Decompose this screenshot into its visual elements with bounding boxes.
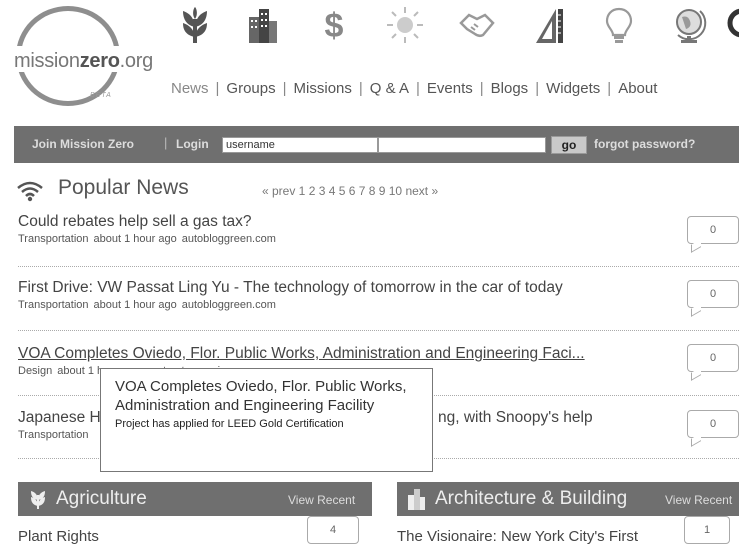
news-category[interactable]: Transportation xyxy=(18,299,89,311)
lightbulb-icon[interactable] xyxy=(596,2,642,48)
site-logo[interactable]: missionzero.org BETA xyxy=(14,6,154,106)
comment-count[interactable]: 0 xyxy=(687,216,739,253)
news-title[interactable]: VOA Completes Oviedo, Flor. Public Works… xyxy=(18,345,739,363)
forgot-password-link[interactable]: forgot password? xyxy=(594,137,695,151)
popular-news-title: Popular News xyxy=(58,176,189,199)
news-category[interactable]: Transportation xyxy=(18,233,89,245)
nav-about[interactable]: About xyxy=(618,80,657,97)
section-title[interactable]: Agriculture xyxy=(56,488,147,510)
divider xyxy=(18,330,739,331)
nav-groups[interactable]: Groups xyxy=(226,80,275,97)
globe-icon[interactable] xyxy=(667,2,713,48)
news-tooltip: VOA Completes Oviedo, Flor. Public Works… xyxy=(100,368,433,472)
comment-count[interactable]: 0 xyxy=(687,344,739,381)
energy-icon[interactable] xyxy=(382,2,428,48)
signal-icon xyxy=(17,181,43,202)
join-link[interactable]: Join Mission Zero xyxy=(32,137,134,151)
agriculture-icon xyxy=(31,491,45,509)
username-field[interactable] xyxy=(222,137,378,153)
category-item-title[interactable]: The Visionaire: New York City's First xyxy=(397,528,638,545)
section-title[interactable]: Architecture & Building xyxy=(435,488,627,510)
tooltip-title: VOA Completes Oviedo, Flor. Public Works… xyxy=(115,378,407,414)
news-title[interactable]: First Drive: VW Passat Ling Yu - The tec… xyxy=(18,279,739,297)
category-icon-bar: $ xyxy=(172,2,739,54)
tooltip-subtitle: Project has applied for LEED Gold Certif… xyxy=(115,418,344,430)
category-item-title[interactable]: Plant Rights xyxy=(18,528,99,545)
news-item: First Drive: VW Passat Ling Yu - The tec… xyxy=(18,279,739,311)
nav-events[interactable]: Events xyxy=(427,80,473,97)
news-source[interactable]: autobloggreen.com xyxy=(182,299,276,311)
beta-label: BETA xyxy=(90,92,112,99)
nav-qa[interactable]: Q & A xyxy=(370,80,409,97)
password-field[interactable] xyxy=(378,137,546,153)
nav-widgets[interactable]: Widgets xyxy=(546,80,600,97)
news-category[interactable]: Design xyxy=(18,365,52,377)
architecture-icon xyxy=(408,489,425,510)
main-nav: News | Groups | Missions | Q & A | Events | Blogs |… xyxy=(171,80,658,97)
pagination[interactable]: « prev 1 2 3 4 5 6 7 8 9 10 next » xyxy=(262,184,438,198)
news-title[interactable]: Could rebates help sell a gas tax? xyxy=(18,213,739,231)
comment-count[interactable]: 4 xyxy=(307,502,359,544)
nav-news[interactable]: News xyxy=(171,80,209,97)
news-category[interactable]: Transportation xyxy=(18,429,89,441)
finance-icon[interactable]: $ xyxy=(311,2,357,48)
architecture-icon[interactable] xyxy=(240,2,286,48)
handshake-icon[interactable] xyxy=(454,2,500,48)
login-label[interactable]: Login xyxy=(176,137,209,151)
go-button[interactable]: go xyxy=(551,136,587,154)
engineering-icon[interactable] xyxy=(525,2,571,48)
news-item: Could rebates help sell a gas tax? Trans… xyxy=(18,213,739,245)
login-bar: Join Mission Zero | Login go forgot pass… xyxy=(14,126,739,163)
svg-text:$: $ xyxy=(325,7,344,45)
partial-icon xyxy=(724,2,739,48)
comment-count[interactable]: 1 xyxy=(684,502,736,544)
logo-text: missionzero.org xyxy=(14,50,153,72)
news-time: about 1 hour ago xyxy=(93,233,177,245)
news-source[interactable]: autobloggreen.com xyxy=(182,233,276,245)
nav-blogs[interactable]: Blogs xyxy=(491,80,529,97)
divider xyxy=(18,266,739,267)
nav-missions[interactable]: Missions xyxy=(294,80,352,97)
comment-count[interactable]: 0 xyxy=(687,280,739,317)
comment-count[interactable]: 0 xyxy=(687,410,739,447)
news-time: about 1 hour ago xyxy=(93,299,177,311)
agriculture-icon[interactable] xyxy=(172,2,218,48)
